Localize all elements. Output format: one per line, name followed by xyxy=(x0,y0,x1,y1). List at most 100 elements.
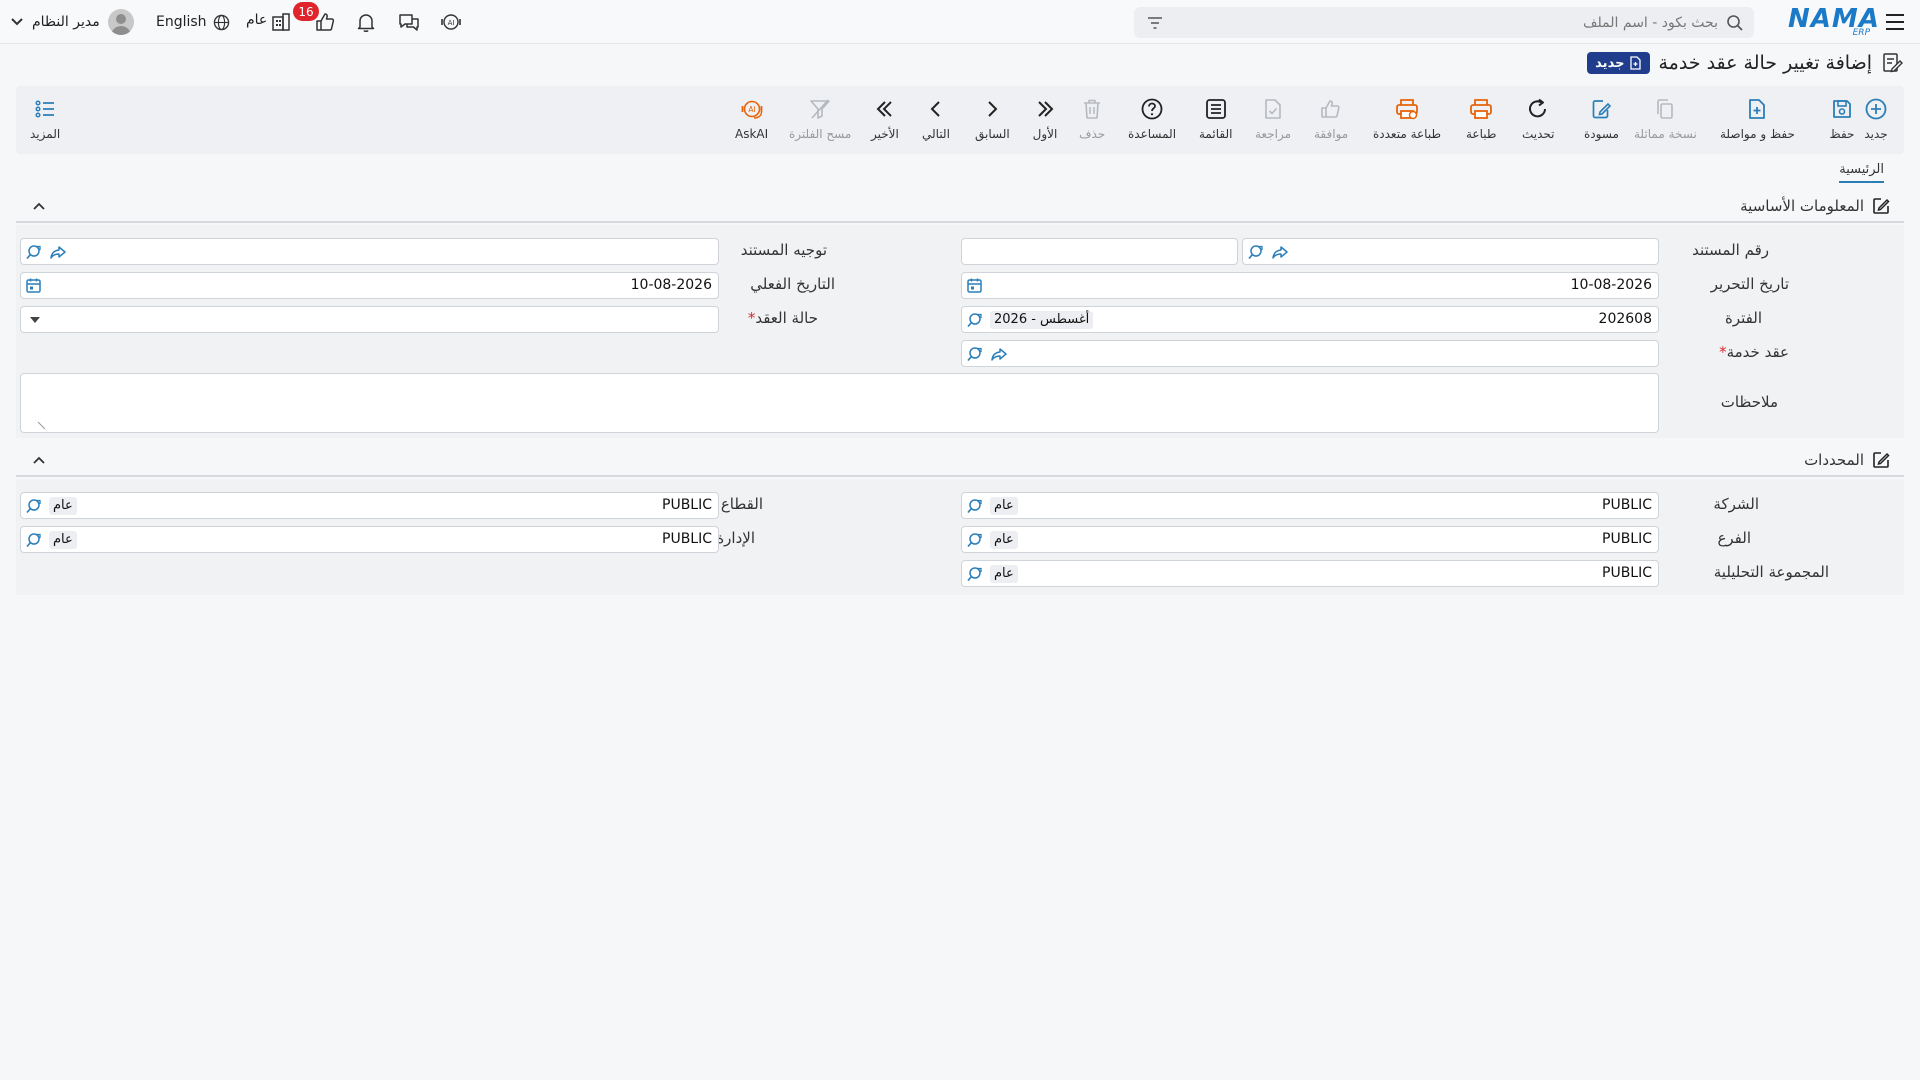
chevron-up-icon[interactable] xyxy=(32,199,46,213)
chat-icon[interactable] xyxy=(396,9,422,35)
language-switcher[interactable]: English xyxy=(156,8,230,36)
approve-button[interactable]: موافقة xyxy=(1314,96,1348,141)
save-continue-button[interactable]: حفظ و مواصلة xyxy=(1720,96,1795,141)
actual-date-field[interactable]: 10-08-2026 xyxy=(20,272,719,299)
delete-button[interactable]: حذف xyxy=(1079,96,1105,141)
next-label: التالي xyxy=(922,127,950,141)
issue-date-value: 10-08-2026 xyxy=(1570,277,1652,293)
help-label: المساعدة xyxy=(1128,127,1177,141)
askai-button[interactable]: AI AskAI xyxy=(735,96,768,141)
list-bullets-icon xyxy=(32,96,58,122)
last-record-button[interactable]: الأخير xyxy=(871,96,899,141)
copy-icon xyxy=(1652,96,1678,122)
building-icon[interactable] xyxy=(268,9,294,35)
share-forward-icon[interactable] xyxy=(990,345,1008,363)
period-field[interactable]: 202608 2026 - أغسطس xyxy=(961,306,1659,333)
duplicate-button[interactable]: نسخة مماثلة xyxy=(1634,96,1697,141)
hamburger-menu-icon[interactable] xyxy=(1884,12,1906,32)
search-input[interactable] xyxy=(1134,7,1754,38)
contract-status-label-text: حالة العقد xyxy=(755,309,818,327)
edit-square-icon xyxy=(1873,452,1890,468)
notes-label: ملاحظات xyxy=(1720,393,1778,411)
trash-icon xyxy=(1079,96,1105,122)
refresh-label: تحديث xyxy=(1522,127,1555,141)
next-record-button[interactable]: التالي xyxy=(922,96,950,141)
review-button[interactable]: مراجعة xyxy=(1255,96,1291,141)
sector-label: القطاع xyxy=(720,495,763,513)
document-check-icon xyxy=(1260,96,1286,122)
filter-off-icon xyxy=(807,96,833,122)
doc-number-input[interactable] xyxy=(961,238,1238,265)
user-name: مدير النظام xyxy=(32,14,100,30)
previous-label: السابق xyxy=(975,127,1010,141)
print-button[interactable]: طباعة xyxy=(1466,96,1496,141)
filter-icon[interactable] xyxy=(1146,14,1164,32)
share-forward-icon[interactable] xyxy=(1271,243,1289,261)
help-button[interactable]: المساعدة xyxy=(1128,96,1176,141)
clear-filter-button[interactable]: مسح الفلترة xyxy=(789,96,851,141)
logo[interactable]: NAMA ERP xyxy=(1788,4,1879,38)
branch-field[interactable]: PUBLIC عام xyxy=(961,526,1659,553)
search-refresh-icon[interactable] xyxy=(966,497,984,515)
list-button[interactable]: القائمة xyxy=(1199,96,1232,141)
calendar-icon[interactable] xyxy=(25,277,42,294)
search-refresh-icon[interactable] xyxy=(1247,243,1265,261)
search-refresh-icon[interactable] xyxy=(966,311,984,329)
required-marker: * xyxy=(1719,343,1727,361)
resize-handle-icon[interactable] xyxy=(37,420,47,430)
chevrons-right-icon xyxy=(1032,96,1058,122)
doc-direction-field[interactable] xyxy=(20,238,719,265)
ai-assistant-icon[interactable]: AI xyxy=(438,9,464,35)
search-refresh-icon[interactable] xyxy=(966,531,984,549)
draft-button[interactable]: مسودة xyxy=(1584,96,1619,141)
duplicate-label: نسخة مماثلة xyxy=(1634,127,1697,141)
company-field[interactable]: PUBLIC عام xyxy=(961,492,1659,519)
thumbs-up-icon xyxy=(1318,96,1344,122)
page-header: إضافة تغيير حالة عقد خدمة جديد xyxy=(1587,48,1904,78)
first-record-button[interactable]: الأول xyxy=(1032,96,1058,141)
search-refresh-icon[interactable] xyxy=(25,531,43,549)
notes-textarea[interactable] xyxy=(20,373,1659,433)
doc-number-lookup-field[interactable] xyxy=(1242,238,1659,265)
new-button[interactable]: جديد xyxy=(1863,96,1889,141)
dimensions-section-header[interactable]: المحددات xyxy=(16,445,1904,477)
notification-count-badge: 16 xyxy=(293,2,319,21)
sector-field[interactable]: PUBLIC عام xyxy=(20,492,719,519)
department-field[interactable]: PUBLIC عام xyxy=(20,526,719,553)
language-label: English xyxy=(156,14,207,30)
period-value: 202608 xyxy=(1598,311,1652,327)
refresh-button[interactable]: تحديث xyxy=(1522,96,1555,141)
user-menu[interactable]: مدير النظام xyxy=(10,8,134,36)
list-icon xyxy=(1203,96,1229,122)
basic-info-section-header[interactable]: المعلومات الأساسية xyxy=(16,191,1904,223)
department-label: الإدارة xyxy=(716,529,755,547)
more-button[interactable]: المزيد xyxy=(30,96,60,141)
sector-name: عام xyxy=(49,497,77,515)
multi-print-button[interactable]: طباعة متعددة xyxy=(1373,96,1441,141)
analytic-group-field[interactable]: PUBLIC عام xyxy=(961,560,1659,587)
clear-filter-label: مسح الفلترة xyxy=(789,127,852,141)
delete-label: حذف xyxy=(1079,127,1106,141)
search-refresh-icon[interactable] xyxy=(25,243,43,261)
search-refresh-icon[interactable] xyxy=(966,565,984,583)
tab-main[interactable]: الرئيسية xyxy=(1839,162,1884,183)
list-label: القائمة xyxy=(1199,127,1233,141)
search-refresh-icon[interactable] xyxy=(25,497,43,515)
svg-text:AI: AI xyxy=(748,105,755,114)
service-contract-field[interactable] xyxy=(961,340,1659,367)
chevron-up-icon[interactable] xyxy=(32,453,46,467)
share-forward-icon[interactable] xyxy=(49,243,67,261)
bell-icon[interactable] xyxy=(353,9,379,35)
analytic-group-name: عام xyxy=(990,565,1018,583)
contract-status-select[interactable] xyxy=(20,306,719,333)
save-button[interactable]: حفظ xyxy=(1829,96,1855,141)
issue-date-field[interactable]: 10-08-2026 xyxy=(961,272,1659,299)
previous-record-button[interactable]: السابق xyxy=(975,96,1010,141)
sector-value: PUBLIC xyxy=(662,497,712,513)
analytic-group-value: PUBLIC xyxy=(1602,565,1652,581)
dimensions-title-label: المحددات xyxy=(1804,451,1864,469)
calendar-icon[interactable] xyxy=(966,277,983,294)
search-refresh-icon[interactable] xyxy=(966,345,984,363)
globe-icon xyxy=(213,14,229,30)
company-name: عام xyxy=(990,497,1018,515)
